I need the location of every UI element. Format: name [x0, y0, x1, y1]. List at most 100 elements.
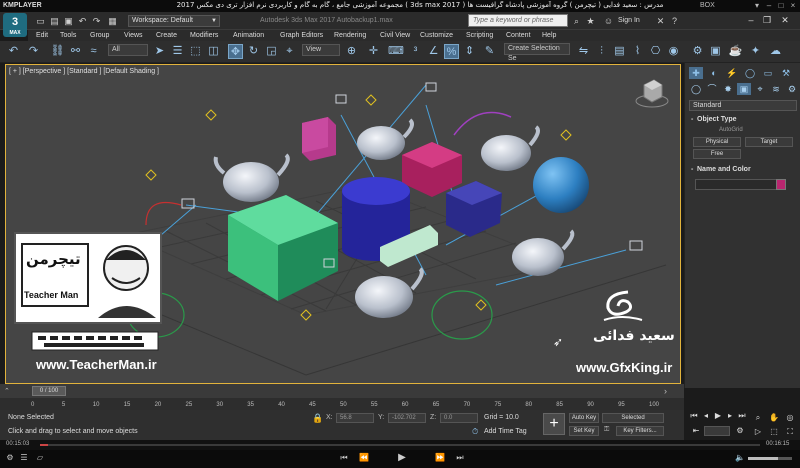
menu-modifiers[interactable]: Modifiers	[190, 30, 218, 41]
cameras-icon[interactable]: ▣	[737, 83, 751, 95]
tab-display[interactable]: ▭	[761, 67, 775, 79]
field-of-view-icon[interactable]: ▷	[752, 426, 764, 438]
object-color-swatch[interactable]	[776, 179, 786, 190]
unlink-icon[interactable]: ⚯	[68, 44, 83, 59]
blue-box[interactable]	[446, 181, 502, 237]
menu-group[interactable]: Group	[90, 30, 109, 41]
save-file-icon[interactable]: ▣	[62, 15, 75, 27]
open-file-icon[interactable]: ▤	[48, 15, 61, 27]
tab-create[interactable]: ✚	[689, 67, 703, 79]
search-icon[interactable]: ⌕	[570, 15, 583, 27]
menu-customize[interactable]: Customize	[420, 30, 453, 41]
player-play-icon[interactable]: ▶	[396, 452, 408, 464]
green-circle-shape-2[interactable]	[431, 290, 493, 340]
player-box-label[interactable]: BOX	[700, 2, 715, 9]
lights-icon[interactable]: ✸	[721, 83, 735, 95]
viewport-label[interactable]: [ + ] [Perspective ] [Standard ] [Defaul…	[9, 68, 159, 75]
teapot-5[interactable]	[355, 267, 424, 318]
zoom-region-icon[interactable]: ⬚	[768, 426, 780, 438]
new-scene-icon[interactable]: ▭	[34, 15, 47, 27]
curve-editor-icon[interactable]: ⌇	[630, 44, 645, 59]
tab-motion[interactable]: ◯	[743, 67, 757, 79]
player-pin-icon[interactable]: ▾	[752, 1, 762, 10]
workspace-dropdown[interactable]: Workspace: Default ▼	[128, 15, 220, 27]
undo-icon[interactable]: ↶	[76, 15, 89, 27]
player-forward-icon[interactable]: ⏩	[434, 452, 446, 464]
maximize-viewport-icon[interactable]: ⛶	[784, 426, 796, 438]
player-rewind-icon[interactable]: ⏪	[358, 452, 370, 464]
teapot-2[interactable]	[357, 118, 414, 160]
player-next-icon[interactable]: ⏭	[454, 452, 466, 464]
key-mode-icon[interactable]: ⇤	[690, 425, 702, 437]
sign-in-link[interactable]: Sign In	[618, 17, 640, 24]
key-mode-dropdown[interactable]: Selected	[602, 413, 664, 423]
player-minimize-icon[interactable]: –	[764, 1, 774, 10]
menu-create[interactable]: Create	[156, 30, 177, 41]
player-settings-icon[interactable]: ⚙	[4, 452, 16, 464]
rendered-frame-icon[interactable]: ▣	[708, 44, 723, 59]
reference-coordinate-dropdown[interactable]: View	[302, 44, 340, 56]
bind-space-warp-icon[interactable]: ≈	[86, 44, 101, 59]
select-and-move-icon[interactable]: ✥	[228, 44, 243, 59]
menu-graph-editors[interactable]: Graph Editors	[280, 30, 323, 41]
red-arc-shape[interactable]	[145, 201, 182, 226]
layer-explorer-icon[interactable]: ▤	[612, 44, 627, 59]
render-iterative-icon[interactable]: ✦	[748, 44, 763, 59]
teapot-1[interactable]	[213, 153, 290, 202]
add-time-tag-button[interactable]: Add Time Tag	[484, 428, 527, 435]
search-input[interactable]: Type a keyword or phrase	[468, 14, 568, 27]
lock-icon[interactable]: 🔒	[312, 413, 323, 424]
material-editor-icon[interactable]: ◉	[666, 44, 681, 59]
target-camera-button[interactable]: Target	[745, 137, 793, 147]
user-icon[interactable]: ☺	[602, 15, 615, 27]
tab-utilities[interactable]: ⚒	[779, 67, 793, 79]
pivot-center-icon[interactable]: ⊕	[344, 44, 359, 59]
pink-box-small[interactable]	[302, 117, 336, 161]
link-icon[interactable]: ⛓	[50, 44, 65, 59]
menu-animation[interactable]: Animation	[233, 30, 264, 41]
teapot-3[interactable]	[481, 125, 540, 171]
zoom-extents-icon[interactable]: ⌕	[752, 412, 764, 424]
restore-icon[interactable]: ❐	[760, 14, 774, 26]
percent-snap-icon[interactable]: %	[444, 44, 459, 59]
player-seek-bar[interactable]	[40, 444, 760, 446]
select-manipulate-icon[interactable]: ✛	[366, 44, 381, 59]
shapes-icon[interactable]: ⌒	[705, 83, 719, 95]
help-icon[interactable]: ?	[668, 15, 681, 27]
redo-icon[interactable]: ↷	[90, 15, 103, 27]
redo-icon[interactable]: ↷	[26, 44, 41, 59]
time-config-icon[interactable]: ⚙	[734, 425, 746, 437]
category-dropdown[interactable]: Standard	[689, 100, 797, 111]
schematic-view-icon[interactable]: ⎔	[648, 44, 663, 59]
mirror-icon[interactable]: ⇋	[576, 44, 591, 59]
rectangular-selection-icon[interactable]: ⬚	[188, 44, 203, 59]
player-maximize-icon[interactable]: □	[776, 1, 786, 10]
snaps-toggle-icon[interactable]: ³	[408, 44, 423, 59]
object-type-rollout[interactable]: - Object Type	[687, 115, 799, 125]
menu-views[interactable]: Views	[124, 30, 143, 41]
helpers-icon[interactable]: ⌖	[753, 83, 767, 95]
angle-snap-icon[interactable]: ∠	[426, 44, 441, 59]
window-crossing-icon[interactable]: ◫	[206, 44, 221, 59]
key-filters-button[interactable]: Key Filters...	[616, 426, 664, 436]
select-object-icon[interactable]: ➤	[152, 44, 167, 59]
orbit-icon[interactable]: ◎	[784, 412, 796, 424]
tab-modify[interactable]: ◐	[707, 67, 721, 79]
infocenter-icon[interactable]: ★	[584, 15, 597, 27]
select-by-name-icon[interactable]: ☰	[170, 44, 185, 59]
selection-filter-dropdown[interactable]: All	[108, 44, 148, 56]
menu-help[interactable]: Help	[542, 30, 556, 41]
next-frame-icon[interactable]: ▸	[724, 410, 736, 422]
space-warps-icon[interactable]: ≋	[769, 83, 783, 95]
player-menu-icon[interactable]: ☰	[18, 452, 30, 464]
auto-key-button[interactable]: Auto Key	[569, 413, 599, 423]
menu-content[interactable]: Content	[506, 30, 531, 41]
name-color-rollout[interactable]: - Name and Color	[687, 165, 799, 175]
select-and-rotate-icon[interactable]: ↻	[246, 44, 261, 59]
edit-named-selection-icon[interactable]: ✎	[482, 44, 497, 59]
project-folder-icon[interactable]: ▦	[106, 15, 119, 27]
named-selection-dropdown[interactable]: Create Selection Se	[504, 43, 570, 62]
autogrid-checkbox[interactable]: AutoGrid	[719, 127, 743, 133]
exchange-icon[interactable]: ✕	[654, 15, 667, 27]
player-close-icon[interactable]: ×	[788, 1, 798, 10]
